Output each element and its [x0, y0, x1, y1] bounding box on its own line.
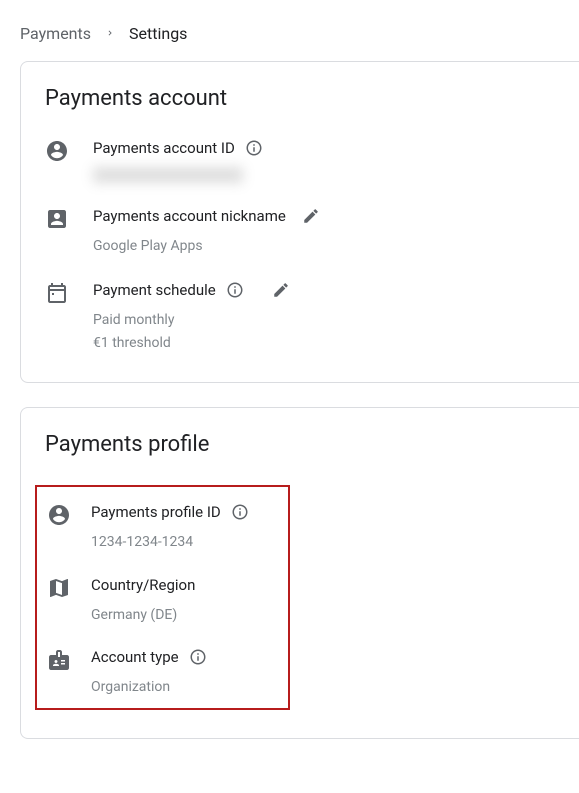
chevron-right-icon	[105, 26, 115, 42]
setting-value: Germany (DE)	[91, 604, 276, 626]
breadcrumb-current: Settings	[129, 24, 187, 43]
highlight-annotation: Payments profile ID 1234-1234-1234 Count…	[35, 485, 290, 710]
map-icon	[47, 576, 71, 600]
setting-label: Payments account ID	[93, 139, 235, 157]
account-box-icon	[45, 207, 69, 231]
breadcrumb-parent[interactable]: Payments	[20, 24, 91, 43]
calendar-icon	[45, 281, 69, 305]
person-icon	[47, 503, 71, 527]
setting-account-type: Account type Organization	[47, 648, 276, 698]
setting-account-id: Payments account ID	[45, 139, 555, 183]
info-icon[interactable]	[226, 281, 244, 299]
info-icon[interactable]	[231, 503, 249, 521]
payments-profile-card: Payments profile Payments profile ID 123…	[20, 407, 579, 739]
setting-nickname: Payments account nickname Google Play Ap…	[45, 207, 555, 257]
breadcrumb: Payments Settings	[0, 0, 579, 61]
setting-label: Payments profile ID	[91, 503, 221, 521]
setting-profile-id: Payments profile ID 1234-1234-1234	[47, 503, 276, 553]
setting-value: Paid monthly €1 threshold	[93, 309, 555, 354]
setting-label: Country/Region	[91, 576, 195, 594]
card-title: Payments profile	[45, 432, 555, 457]
card-title: Payments account	[45, 86, 555, 111]
setting-value: Google Play Apps	[93, 235, 555, 257]
payments-account-card: Payments account Payments account ID Pay…	[20, 61, 579, 383]
person-icon	[45, 139, 69, 163]
info-icon[interactable]	[245, 139, 263, 157]
redacted-value	[93, 167, 243, 183]
setting-value: Organization	[91, 676, 276, 698]
setting-value: 1234-1234-1234	[91, 531, 276, 553]
setting-label: Account type	[91, 648, 179, 666]
pencil-icon[interactable]	[272, 281, 290, 299]
setting-label: Payment schedule	[93, 281, 216, 299]
badge-icon	[47, 648, 71, 672]
setting-label: Payments account nickname	[93, 207, 286, 225]
pencil-icon[interactable]	[302, 207, 320, 225]
setting-country: Country/Region Germany (DE)	[47, 576, 276, 626]
setting-schedule: Payment schedule Paid monthly €1 thresho…	[45, 281, 555, 354]
info-icon[interactable]	[189, 648, 207, 666]
